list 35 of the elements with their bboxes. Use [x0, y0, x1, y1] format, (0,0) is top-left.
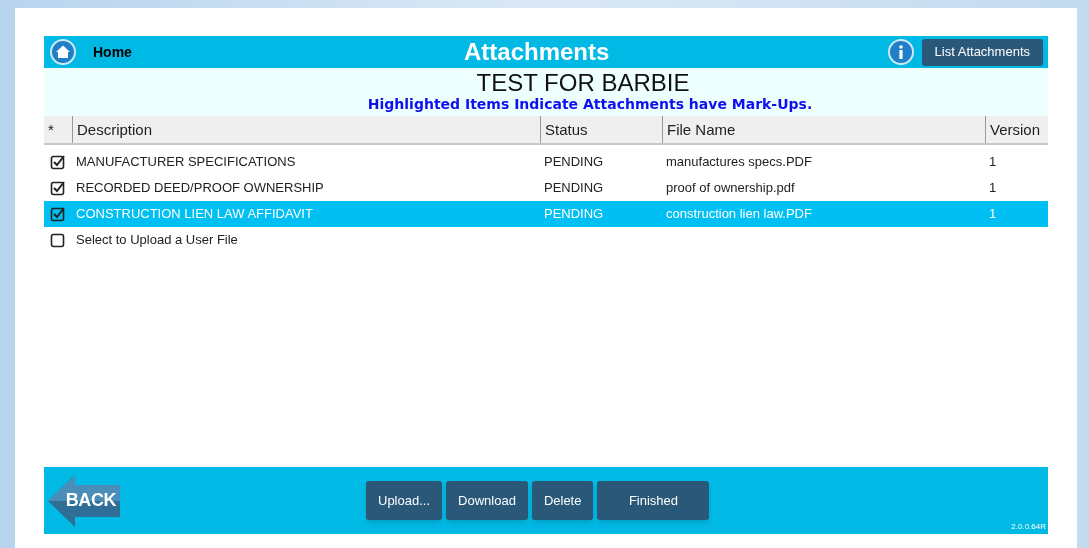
- table-cell-text: proof of ownership.pdf: [665, 179, 796, 198]
- markup-note: Highlighted Items Indicate Attachments have Mark-Ups.: [367, 96, 813, 112]
- info-icon[interactable]: [887, 39, 914, 65]
- record-title: TEST FOR BARBIE: [476, 70, 690, 96]
- action-button[interactable]: Download: [446, 481, 528, 520]
- column-header[interactable]: *: [44, 116, 72, 143]
- column-header[interactable]: Version: [985, 116, 1048, 143]
- table-cell-text: PENDING: [543, 179, 605, 198]
- table-cell-text: manufactures specs.PDF: [665, 153, 813, 172]
- home-icon[interactable]: [50, 39, 76, 65]
- list-attachments-button[interactable]: List Attachments: [921, 38, 1043, 66]
- checkbox[interactable]: [50, 232, 66, 248]
- column-header[interactable]: Status: [540, 116, 662, 143]
- home-link[interactable]: Home: [93, 41, 132, 63]
- table-cell-text: 1: [988, 153, 998, 172]
- back-button[interactable]: BACK: [48, 472, 120, 529]
- table-cell-text: MANUFACTURER SPECIFICATIONS: [75, 153, 297, 172]
- table-cell-text: RECORDED DEED/PROOF OWNERSHIP: [75, 179, 325, 198]
- table-cell-text: construction lien law.PDF: [665, 205, 813, 224]
- column-header[interactable]: File Name: [662, 116, 985, 143]
- checkbox[interactable]: [50, 154, 66, 170]
- table-cell-text: CONSTRUCTION LIEN LAW AFFIDAVIT: [75, 205, 314, 224]
- action-button[interactable]: Finished: [597, 481, 710, 520]
- action-button[interactable]: Upload...: [366, 481, 443, 520]
- page-title: Attachments: [464, 37, 610, 67]
- table-cell-text: PENDING: [543, 205, 605, 224]
- action-button[interactable]: Delete: [531, 481, 594, 520]
- column-header[interactable]: Description: [72, 116, 540, 143]
- checkbox[interactable]: [50, 206, 66, 222]
- table-cell-text: PENDING: [543, 153, 605, 172]
- checkbox[interactable]: [50, 180, 66, 196]
- table-cell-text: 1: [988, 179, 998, 198]
- version-label: 2.0.0.64R: [1011, 521, 1046, 533]
- upload-option-label[interactable]: Select to Upload a User File: [72, 230, 242, 250]
- table-cell-text: 1: [988, 205, 998, 224]
